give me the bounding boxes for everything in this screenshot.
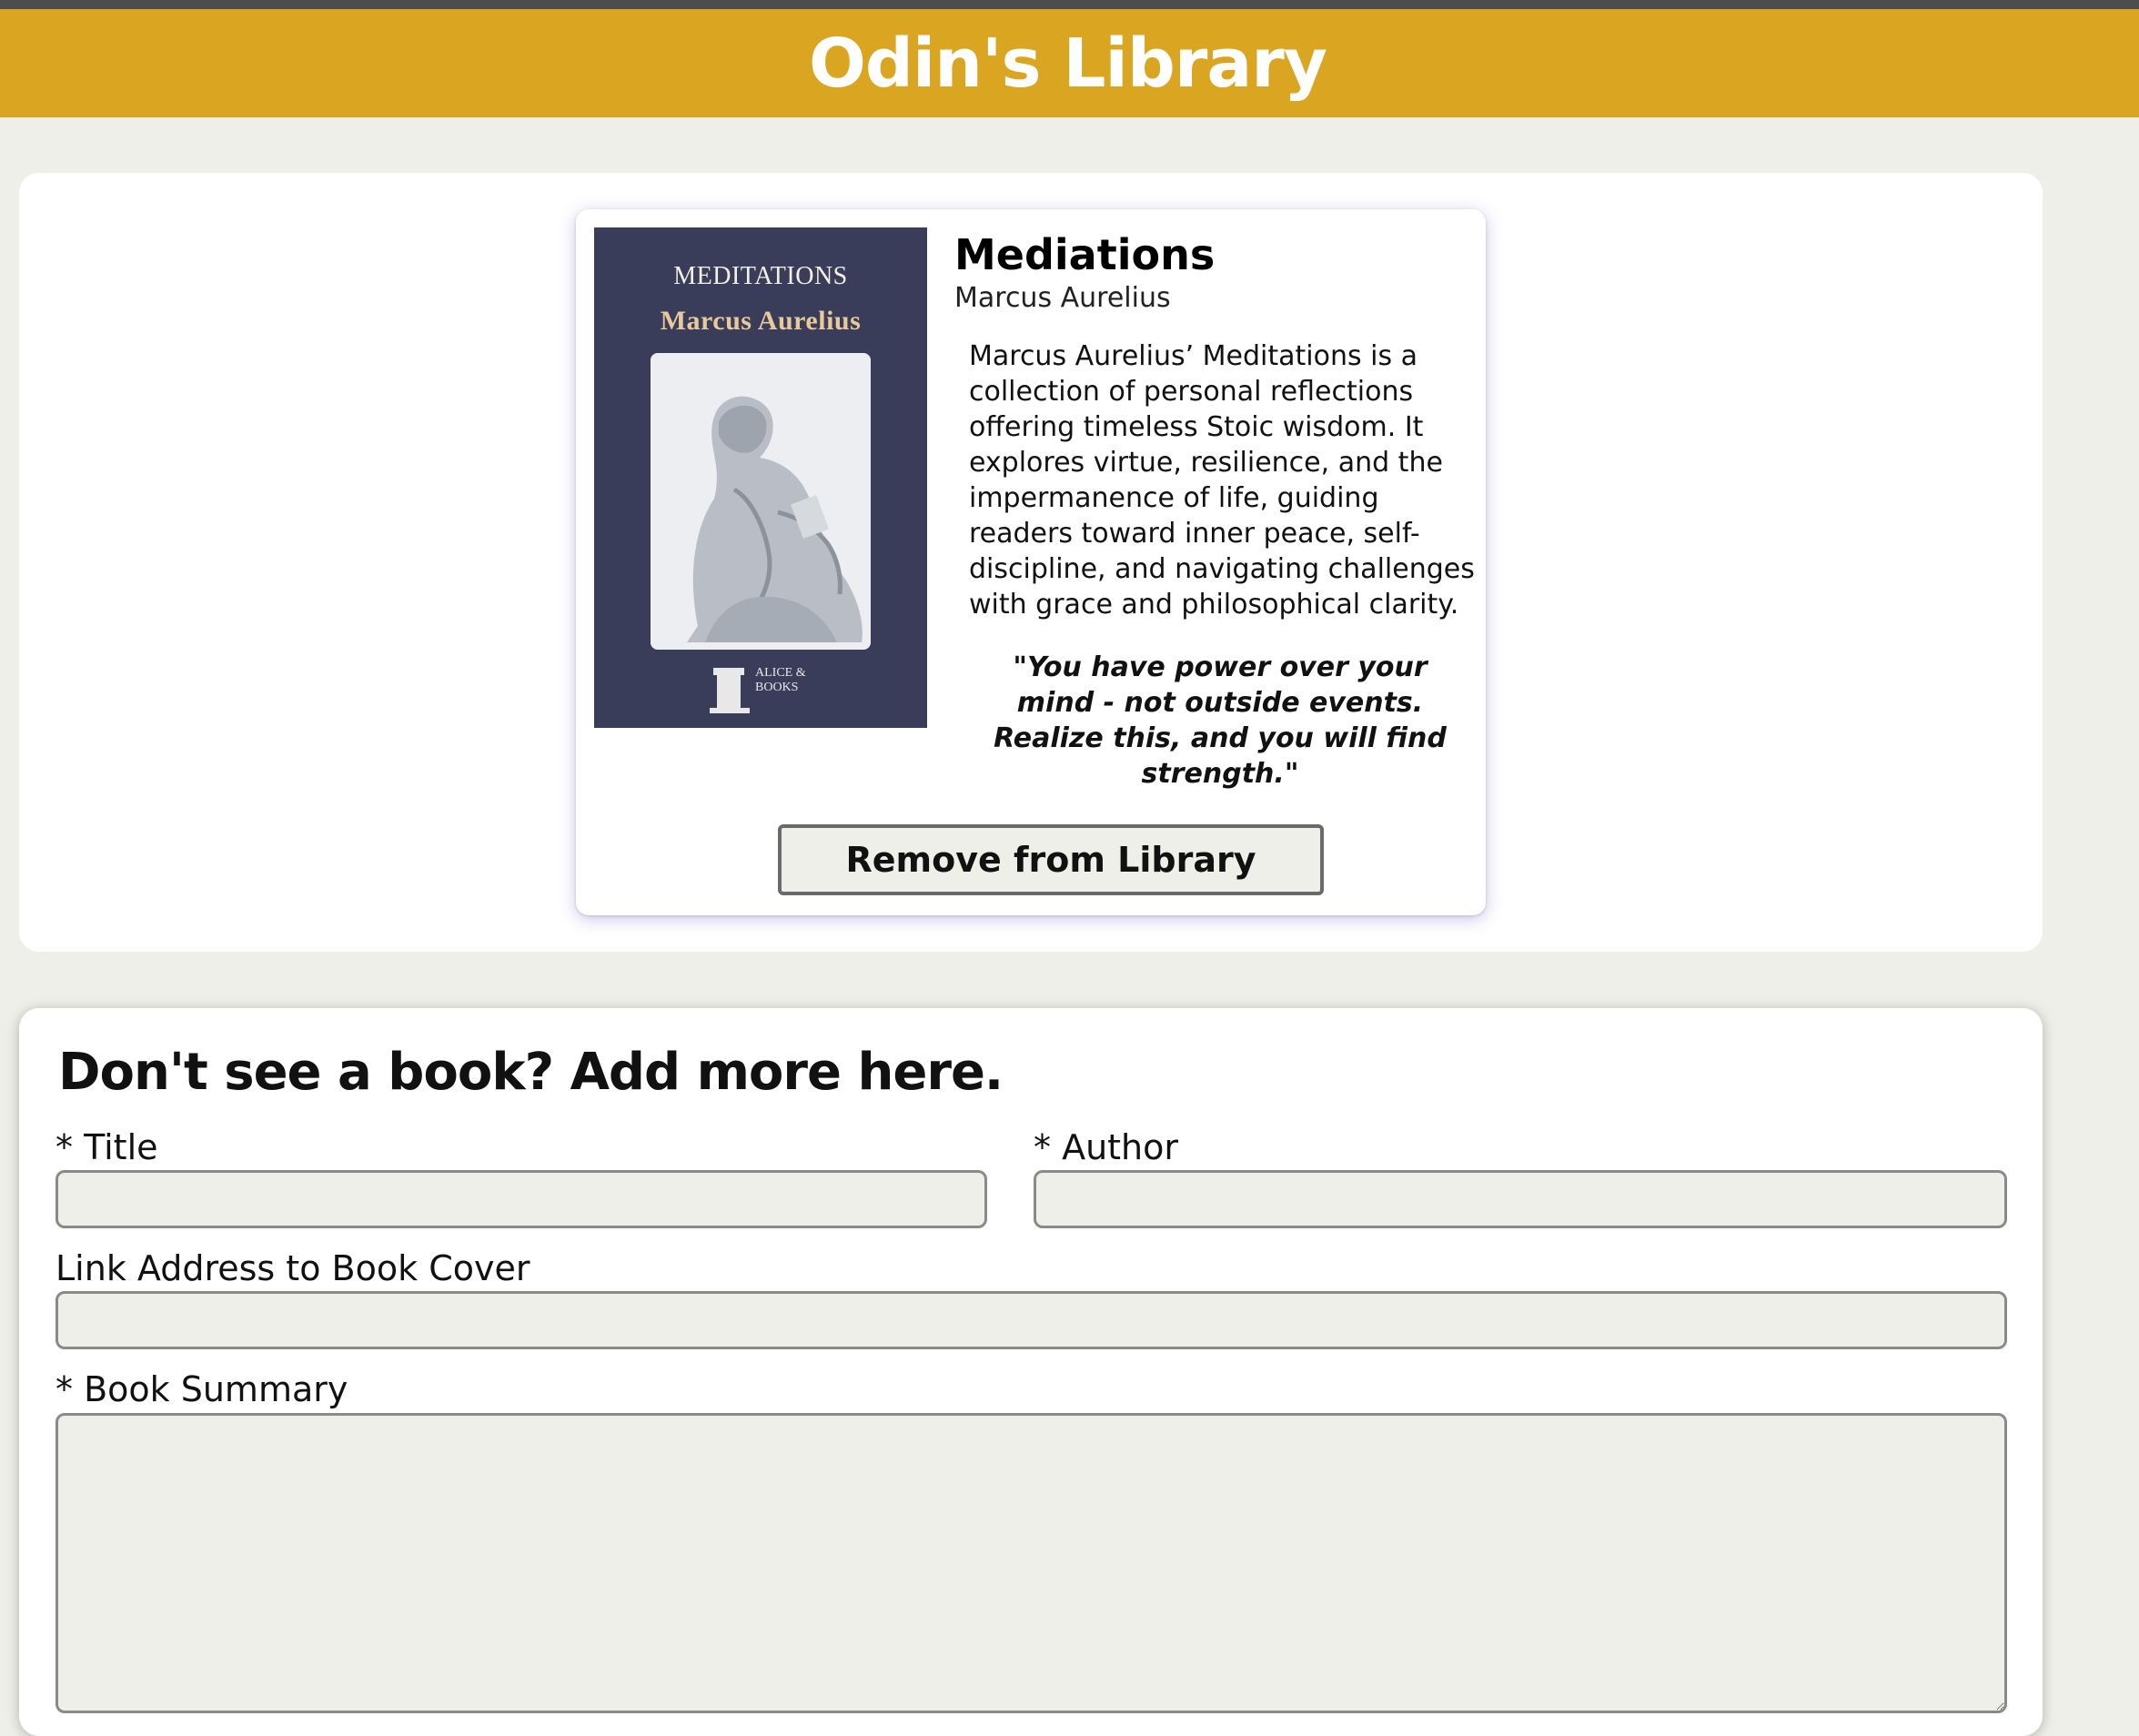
summary-label: * Book Summary [55, 1369, 348, 1409]
cover-title-text: MEDITATIONS [673, 262, 848, 290]
cover-author-text: Marcus Aurelius [660, 306, 862, 336]
title-label: * Title [55, 1127, 158, 1167]
cover-link-label: Link Address to Book Cover [55, 1248, 530, 1288]
top-strip [0, 0, 2139, 9]
cover-statue-illustration [651, 353, 871, 650]
author-input[interactable] [1034, 1170, 2007, 1228]
book-title: Mediations [954, 230, 1216, 279]
site-title: Odin's Library [808, 24, 1327, 103]
cover-link-input[interactable] [55, 1291, 2007, 1349]
publisher-text: ALICE & BOOKS [755, 666, 806, 694]
book-info: Mediations Marcus Aurelius Marcus Aureli… [954, 229, 1475, 792]
book-quote: "You have power over your mind - not out… [994, 651, 1447, 790]
remove-from-library-button[interactable]: Remove from Library [778, 824, 1324, 895]
library-panel: MEDITATIONS Marcus Aurelius ALICE & BOOK… [19, 173, 2043, 952]
title-input[interactable] [55, 1170, 987, 1228]
book-card: MEDITATIONS Marcus Aurelius ALICE & BOOK… [576, 209, 1486, 915]
summary-textarea[interactable] [55, 1413, 2007, 1713]
site-header: Odin's Library [0, 9, 2139, 117]
publisher-logo: ALICE & BOOKS [708, 666, 826, 715]
add-book-form: Don't see a book? Add more here. * Title… [19, 1008, 2043, 1736]
book-cover-image: MEDITATIONS Marcus Aurelius ALICE & BOOK… [594, 227, 927, 728]
book-author: Marcus Aurelius [954, 282, 1171, 314]
form-heading: Don't see a book? Add more here. [58, 1043, 1004, 1102]
book-summary: Marcus Aurelius’ Meditations is a collec… [969, 340, 1475, 621]
author-label: * Author [1034, 1127, 1179, 1167]
